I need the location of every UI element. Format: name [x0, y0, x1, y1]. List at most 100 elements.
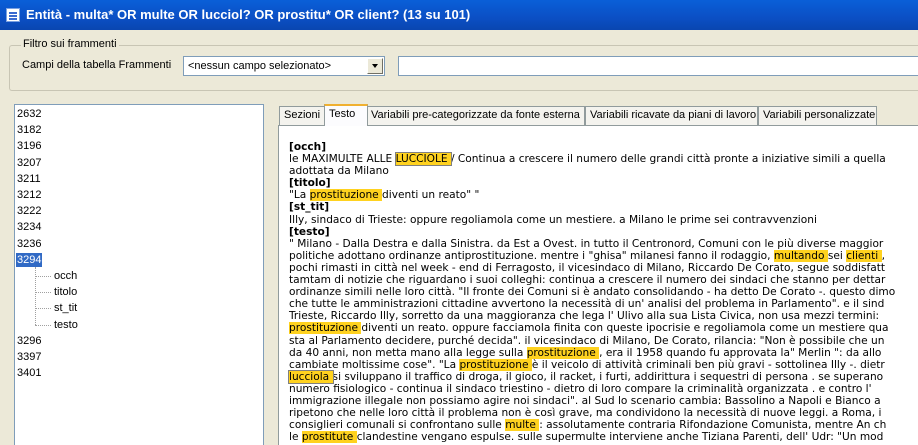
- tree-child-testo[interactable]: testo: [53, 318, 79, 332]
- keyword-highlight: prostituzione: [289, 322, 362, 335]
- text-segment: politiche adottano ordinanze antiprostit…: [289, 249, 774, 262]
- keyword-highlight: prostituzione: [309, 189, 383, 202]
- text-segment: / Continua a crescere il numero delle gr…: [450, 153, 886, 166]
- text-segment: adottata da Milano: [289, 165, 389, 178]
- text-segment: numero fisiologico - continua il sindaco…: [289, 382, 872, 395]
- tree-item-2632[interactable]: 2632: [16, 107, 42, 121]
- keyword-highlight: multe: [505, 419, 540, 432]
- text-line: " Milano - Dalla Destra e dalla Sinistra…: [289, 238, 918, 250]
- text-segment: ,: [881, 249, 885, 262]
- text-line: adottata da Milano: [289, 165, 918, 177]
- document-text: [occh] le MAXIMULTE ALLE LUCCIOLE / Conti…: [288, 141, 918, 444]
- text-segment: da 40 anni, non metta mano alla legge su…: [289, 346, 527, 359]
- section-tag: [titolo]: [289, 177, 331, 190]
- text-line: politiche adottano ordinanze antiprostit…: [289, 249, 918, 262]
- tree-child-occh[interactable]: occh: [53, 269, 78, 283]
- text-line: Trieste, Riccardo Illy, sorretto da una …: [289, 310, 918, 322]
- text-segment: : assolutamente contraria Rifondazione C…: [539, 419, 887, 432]
- tree-item-3211[interactable]: 3211: [16, 172, 42, 186]
- text-line: ripetono che nelle loro città il problem…: [289, 407, 918, 419]
- text-segment: cambiate moltissime cose". "La: [289, 358, 460, 371]
- tab-sezioni[interactable]: Sezioni: [279, 106, 326, 125]
- text-segment: Trieste, Riccardo Illy, sorretto da una …: [289, 310, 880, 323]
- field-combo[interactable]: <nessun campo selezionato>: [183, 56, 385, 76]
- keyword-highlight: prostituzione: [459, 358, 532, 371]
- text-line: le prostitute clandestine vengano espuls…: [289, 431, 918, 444]
- tree-item-3296[interactable]: 3296: [16, 334, 42, 348]
- tab-testo[interactable]: Testo: [324, 104, 368, 126]
- tree-item-3196[interactable]: 3196: [16, 139, 42, 153]
- text-line: che tutte le amministrazioni cittadine a…: [289, 298, 918, 310]
- text-segment: le: [289, 431, 302, 444]
- text-segment: sei: [827, 249, 847, 262]
- tree-item-3234[interactable]: 3234: [16, 220, 42, 234]
- text-segment: che tutte le amministrazioni cittadine a…: [289, 298, 885, 311]
- text-line: prostituzione diventi un reato. oppure f…: [289, 322, 918, 335]
- tree-item-3207[interactable]: 3207: [16, 156, 42, 170]
- text-line: sta al Parlamento decidere, purché decid…: [289, 335, 918, 347]
- section-tag: [occh]: [289, 141, 327, 153]
- text-segment: clandestine vengano espulse. sulle super…: [356, 431, 884, 444]
- tree-connector: [35, 276, 51, 277]
- text-line: [titolo]: [289, 177, 918, 189]
- text-segment: sta al Parlamento decidere, purché decid…: [289, 334, 885, 347]
- chevron-down-icon[interactable]: [367, 58, 383, 74]
- tab-strip: Sezioni Testo Variabili pre-categorizzate …: [276, 104, 918, 126]
- text-line: ordinanze simili nelle loro città. "Il f…: [289, 286, 918, 298]
- tab-variabili[interactable]: Variabili ricavate da piani di lavoro: [585, 106, 758, 125]
- text-line: tamtam di notizie che riguardano i suoi …: [289, 274, 918, 286]
- field-combo-value: <nessun campo selezionato>: [188, 60, 332, 72]
- tree-item-3212[interactable]: 3212: [16, 188, 42, 202]
- tree-child-titolo[interactable]: titolo: [53, 285, 78, 299]
- text-segment: ordinanze simili nelle loro città. "Il f…: [289, 286, 896, 299]
- tree-connector: [35, 308, 51, 310]
- text-segment: tamtam di notizie che riguardano i suoi …: [289, 274, 886, 287]
- text-segment: " Milano - Dalla Destra e dalla Sinistra…: [289, 237, 884, 250]
- tab-variabili[interactable]: Variabili pre-categorizzate da fonte est…: [366, 106, 585, 125]
- keyword-highlight: clienti: [846, 249, 882, 262]
- text-segment: consiglieri comunali si confrontano sull…: [289, 419, 506, 432]
- tree-item-3294[interactable]: 3294: [16, 252, 43, 267]
- tree-item-3401[interactable]: 3401: [16, 366, 42, 380]
- text-line: da 40 anni, non metta mano alla legge su…: [289, 346, 918, 359]
- section-tag: [st_tit]: [289, 201, 330, 214]
- keyword-highlight: LUCCIOLE: [394, 152, 452, 167]
- field-label: Campi della tabella Frammenti: [22, 59, 172, 71]
- tree-item-3397[interactable]: 3397: [16, 350, 42, 364]
- keyword-highlight: prostitute: [301, 431, 357, 444]
- fragment-tree[interactable]: 2632 3182 3196 3207 3211 3212 3222 3234 3236 3294…: [14, 104, 264, 445]
- keyword-highlight: lucciola: [288, 369, 334, 384]
- tree-child-st-tit[interactable]: st_tit: [53, 301, 78, 315]
- text-line: [occh]: [289, 141, 918, 153]
- title-bar: Entità - multa* OR multe OR lucciol? OR …: [0, 0, 918, 30]
- text-line: [st_tit]: [289, 201, 918, 213]
- keyword-highlight: prostituzione: [526, 346, 600, 359]
- text-line: consiglieri comunali si confrontano sull…: [289, 419, 918, 432]
- text-segment: diventi un reato" ": [382, 189, 480, 202]
- text-segment: immigrazione illegale non possiamo agire…: [289, 394, 881, 407]
- window-title: Entità - multa* OR multe OR lucciol? OR …: [26, 7, 471, 22]
- text-segment: "La: [289, 189, 310, 202]
- text-segment: si sviluppano il traffico di droga, il g…: [332, 370, 884, 383]
- tree-item-3236[interactable]: 3236: [16, 237, 42, 251]
- text-line: lucciola si sviluppano il traffico di dr…: [288, 369, 918, 384]
- text-line: "La prostituzione diventi un reato" ": [289, 189, 918, 202]
- filter-text-input[interactable]: [398, 56, 918, 76]
- text-line: cambiate moltissime cose". "La prostituz…: [289, 358, 918, 371]
- text-line: [testo]: [289, 226, 918, 238]
- text-panel: [occh] le MAXIMULTE ALLE LUCCIOLE / Conti…: [278, 125, 918, 445]
- filter-group-label: Filtro sui frammenti: [21, 38, 119, 50]
- text-line: Illy, sindaco di Trieste: oppure regolia…: [289, 214, 918, 226]
- section-tag: [testo]: [289, 225, 330, 238]
- tree-connector: [35, 292, 51, 294]
- tree-item-3222[interactable]: 3222: [16, 204, 42, 218]
- text-segment: diventi un reato. oppure facciamola fini…: [361, 322, 889, 335]
- text-line: pochi rimasti in città nel week - end di…: [289, 262, 918, 274]
- tree-item-3182[interactable]: 3182: [16, 123, 42, 137]
- window-icon: [6, 8, 20, 22]
- text-segment: le MAXIMULTE ALLE: [289, 153, 396, 166]
- tree-connector: [35, 324, 51, 326]
- tab-variabili[interactable]: Variabili personalizzate: [758, 106, 877, 125]
- text-segment: Illy, sindaco di Trieste: oppure regolia…: [289, 213, 817, 226]
- text-segment: , era il 1958 quando fu approvata la" Me…: [599, 346, 882, 359]
